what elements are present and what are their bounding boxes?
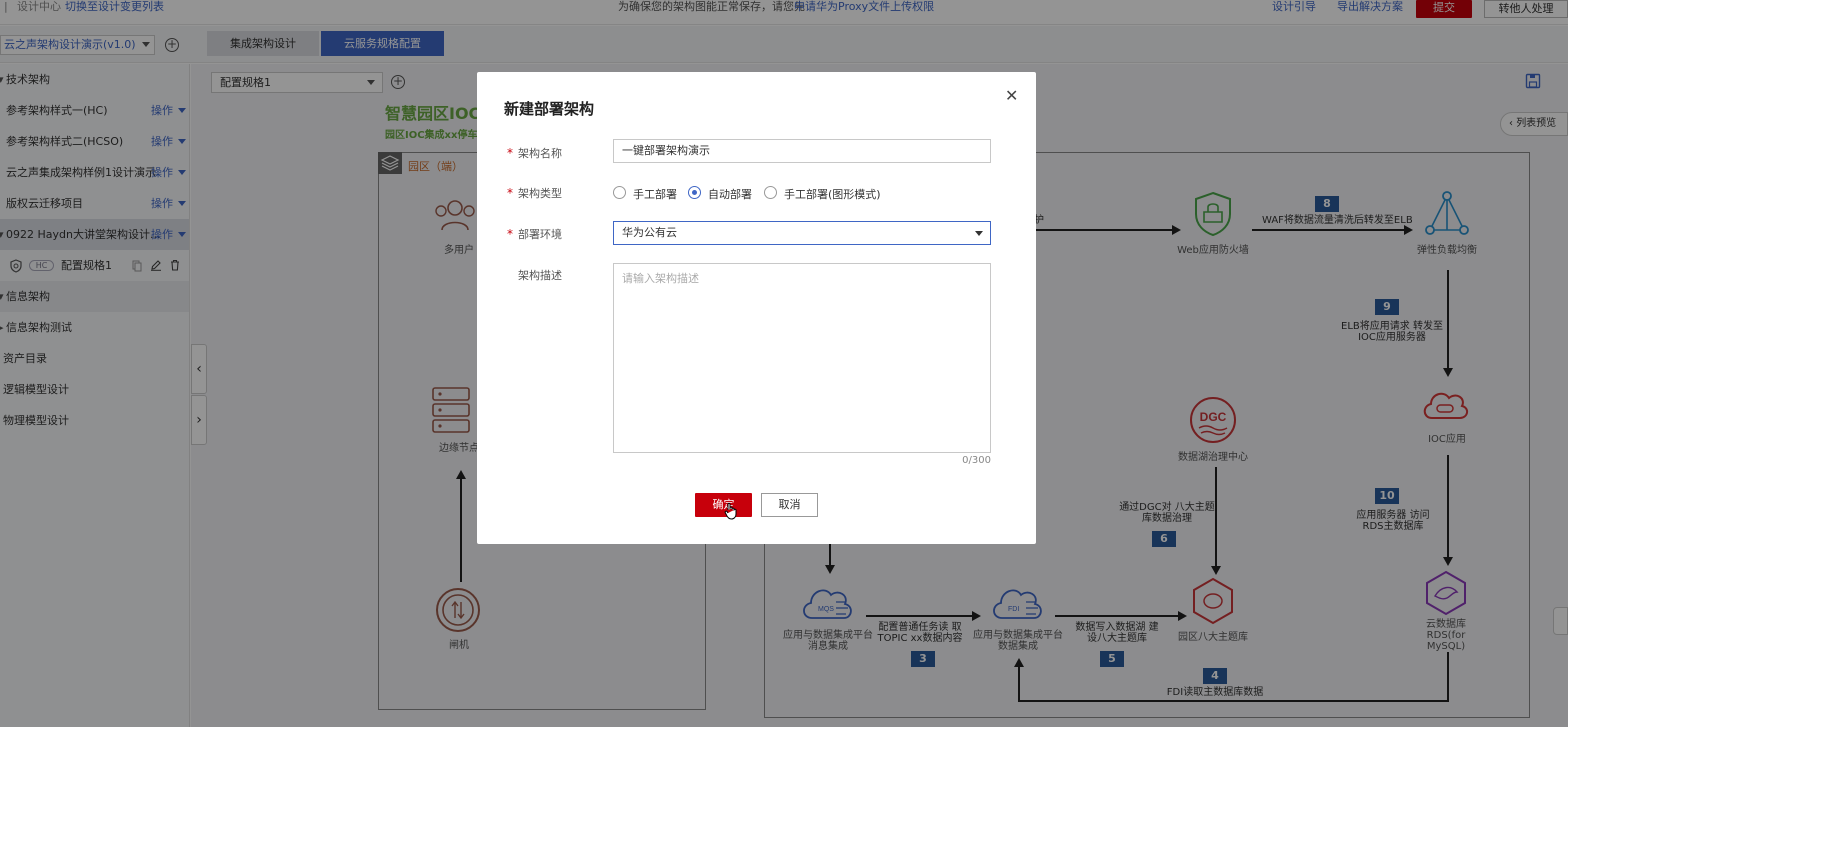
arch-desc-label: 架构描述: [518, 269, 562, 282]
chevron-down-icon[interactable]: [975, 231, 983, 236]
new-deployment-dialog: 新建部署架构 ✕ * 架构名称 一键部署架构演示 * 架构类型 手工部署 自动部…: [477, 72, 1036, 544]
required-asterisk: *: [507, 227, 513, 241]
radio-manual-deploy[interactable]: [613, 186, 626, 199]
arch-name-value: 一键部署架构演示: [622, 144, 710, 157]
cancel-button[interactable]: 取消: [761, 493, 818, 517]
radio-label: 手工部署: [633, 188, 677, 201]
deploy-env-value: 华为公有云: [622, 226, 677, 239]
arch-name-input[interactable]: 一键部署架构演示: [613, 139, 991, 163]
deploy-env-select[interactable]: 华为公有云: [613, 221, 991, 245]
required-asterisk: *: [507, 146, 513, 160]
dialog-title: 新建部署架构: [504, 100, 595, 118]
char-counter: 0/300: [962, 455, 991, 466]
radio-auto-deploy[interactable]: [688, 186, 701, 199]
arch-name-label: 架构名称: [518, 147, 562, 160]
radio-label: 自动部署: [708, 188, 752, 201]
hand-pointer-cursor-icon: [724, 502, 737, 520]
arch-desc-textarea[interactable]: 请输入架构描述: [613, 263, 991, 453]
radio-label: 手工部署(图形模式): [784, 188, 881, 201]
deploy-env-label: 部署环境: [518, 228, 562, 241]
close-icon[interactable]: ✕: [1005, 86, 1018, 105]
arch-desc-placeholder: 请输入架构描述: [622, 272, 699, 285]
arch-type-label: 架构类型: [518, 187, 562, 200]
radio-manual-graphic-deploy[interactable]: [764, 186, 777, 199]
required-asterisk: *: [507, 186, 513, 200]
